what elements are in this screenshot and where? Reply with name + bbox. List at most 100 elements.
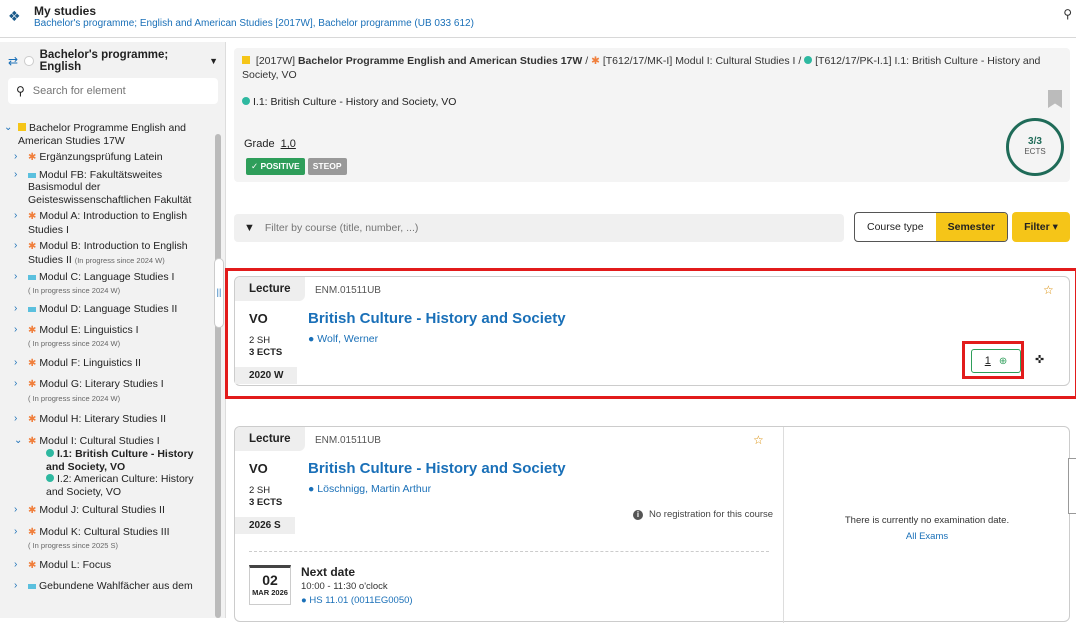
chevron-right-icon[interactable]: › <box>14 303 17 316</box>
star-icon: ✱ <box>28 505 37 516</box>
course-type-button[interactable]: Course type <box>855 213 936 241</box>
sidebar-item[interactable]: › Gebundene Wahlfächer aus dem <box>14 580 210 593</box>
search-icon: ⚲ <box>16 84 25 98</box>
sidebar-collapse-handle[interactable]: || <box>214 258 224 328</box>
sidebar-item-selected[interactable]: I.1: British Culture - History and Socie… <box>32 448 202 473</box>
pin-icon[interactable]: ✜ <box>1035 353 1044 366</box>
date-box: 02 MAR 2026 <box>249 565 291 605</box>
sidebar-item[interactable]: › ✱ Modul H: Literary Studies II <box>14 413 210 427</box>
next-date-time: 10:00 - 11:30 o'clock <box>301 581 388 592</box>
star-icon: ✱ <box>28 379 37 390</box>
filter-button[interactable]: Filter ▾ <box>1012 212 1070 242</box>
sidebar-search[interactable]: ⚲ <box>8 78 218 104</box>
home-icon[interactable]: ❖ <box>8 8 26 24</box>
sidebar-item[interactable]: › ✱ Modul J: Cultural Studies II <box>14 504 210 518</box>
chevron-right-icon[interactable]: › <box>14 526 17 539</box>
chevron-right-icon[interactable]: › <box>14 559 17 572</box>
info-icon: i <box>633 510 643 520</box>
chevron-right-icon[interactable]: › <box>14 210 17 223</box>
star-icon: ✱ <box>591 55 600 67</box>
sidebar-item-module-i[interactable]: ⌄ ✱ Modul I: Cultural Studies I <box>14 435 210 449</box>
course-filter[interactable]: ▼ <box>234 214 844 242</box>
course-title[interactable]: British Culture - History and Society <box>308 310 566 327</box>
swap-icon[interactable]: ⇄ <box>8 54 18 68</box>
star-icon: ✱ <box>28 211 37 222</box>
star-icon: ✱ <box>28 414 37 425</box>
search-input[interactable] <box>32 85 203 97</box>
sidebar-item[interactable]: › ✱ Modul G: Literary Studies I( In progre… <box>14 378 210 405</box>
status-dot-icon <box>46 449 54 457</box>
chevron-right-icon[interactable]: › <box>14 413 17 426</box>
star-outline-icon[interactable]: ☆ <box>753 433 764 447</box>
steop-badge: STEOP <box>307 158 347 175</box>
sidebar-item[interactable]: › ✱ Ergänzungsprüfung Latein <box>14 151 220 165</box>
course-hours: 2 SH 3 ECTS <box>249 335 283 358</box>
view-toggle: Course type Semester <box>854 212 1008 242</box>
course-card[interactable]: Lecture ENM.01511UB ☆ VO 2 SH 3 ECTS 2026… <box>234 426 1071 623</box>
status-dot-icon <box>804 56 813 64</box>
sidebar-item[interactable]: › ✱ Modul K: Cultural Studies III( In prog… <box>14 526 210 553</box>
semester-button[interactable]: Semester <box>935 213 1007 241</box>
sidebar-item[interactable]: › ✱ Modul F: Linguistics II <box>14 357 210 371</box>
user-icon: ● <box>308 333 315 345</box>
sidebar-item[interactable]: › ✱ Modul B: Introduction to English Studi… <box>14 240 210 267</box>
positive-badge: ✓ POSITIVE <box>246 158 305 175</box>
grade-highlight-box <box>962 341 1024 379</box>
sidebar-item[interactable]: › Modul FB: Fakultätsweites Basismodul de… <box>14 169 210 207</box>
registration-info: i No registration for this course <box>633 509 773 520</box>
exam-info: There is currently no examination date. <box>844 515 1010 526</box>
top-bar: ❖ My studies Bachelor's programme; Engli… <box>0 0 1076 38</box>
module-overview: [2017W] Bachelor Programme English and A… <box>234 48 1070 182</box>
star-icon: ✱ <box>28 152 37 163</box>
star-outline-icon[interactable]: ☆ <box>1043 283 1054 297</box>
lecturer-link[interactable]: ● Wolf, Werner <box>308 333 378 345</box>
status-dot-icon <box>46 474 54 482</box>
star-icon: ✱ <box>28 559 37 571</box>
grade: Grade 1,0 <box>244 138 296 150</box>
lecturer-link[interactable]: ● Löschnigg, Martin Arthur <box>308 483 431 495</box>
chevron-right-icon[interactable]: › <box>14 504 17 517</box>
chevron-right-icon[interactable]: › <box>14 271 17 284</box>
study-tree: ⌄ Bachelor Programme English and American… <box>4 122 210 593</box>
chevron-right-icon[interactable]: › <box>14 240 17 253</box>
chevron-right-icon[interactable]: › <box>14 357 17 370</box>
room-link[interactable]: ● HS 11.01 (0011EG0050) <box>301 595 413 606</box>
course-filter-input[interactable] <box>264 222 825 234</box>
programme-label: Bachelor's programme; English <box>39 49 169 73</box>
programme-selector[interactable]: ⇄ Bachelor's programme; English ▼ <box>8 49 218 73</box>
page-subtitle[interactable]: Bachelor's programme; English and Americ… <box>34 18 474 29</box>
dashed-divider <box>249 551 769 552</box>
chevron-right-icon[interactable]: › <box>14 169 17 182</box>
user-icon: ● <box>308 483 315 495</box>
chevron-right-icon[interactable]: › <box>14 378 17 391</box>
sidebar-item[interactable]: › Modul C: Language Studies I( In progres… <box>14 271 210 297</box>
star-icon: ✱ <box>28 526 37 538</box>
sidebar-item[interactable]: › ✱ Modul E: Linguistics I( In progress si… <box>14 324 210 351</box>
chevron-right-icon[interactable]: › <box>14 580 17 593</box>
page-title: My studies <box>34 4 97 18</box>
status-dot-icon <box>242 97 250 105</box>
sidebar-item[interactable]: › ✱ Modul L: Focus <box>14 559 210 573</box>
sidebar-item[interactable]: I.2: American Culture: History and Socie… <box>32 473 202 498</box>
bookmark-icon[interactable] <box>1048 90 1062 108</box>
search-icon[interactable]: ⚲ <box>1063 7 1072 21</box>
course-code: ENM.01511UB <box>315 435 381 446</box>
chevron-down-icon[interactable]: ⌄ <box>4 122 12 135</box>
chevron-right-icon[interactable]: › <box>14 324 17 337</box>
sidebar-item-programme[interactable]: ⌄ Bachelor Programme English and American… <box>4 122 210 147</box>
sidebar-item[interactable]: › Modul D: Language Studies II <box>14 303 210 316</box>
chevron-down-icon[interactable]: ⌄ <box>14 435 22 448</box>
sidebar-scrollbar[interactable] <box>215 134 221 618</box>
course-title[interactable]: British Culture - History and Society <box>308 460 566 477</box>
course-card[interactable]: Lecture ENM.01511UB ☆ VO 2 SH 3 ECTS 2020… <box>234 276 1070 386</box>
location-icon: ● <box>301 595 307 606</box>
course-semester: 2026 S <box>235 517 295 534</box>
course-semester: 2020 W <box>235 367 298 384</box>
side-tab[interactable] <box>1068 458 1076 514</box>
course-code: ENM.01511UB <box>315 285 381 296</box>
funnel-icon: ▼ <box>244 222 255 234</box>
chevron-right-icon[interactable]: › <box>14 151 17 164</box>
all-exams-link[interactable]: All Exams <box>783 531 1071 542</box>
sidebar-item[interactable]: › ✱ Modul A: Introduction to English Studi… <box>14 210 210 236</box>
status-badges: ✓ POSITIVE STEOP <box>246 158 347 175</box>
